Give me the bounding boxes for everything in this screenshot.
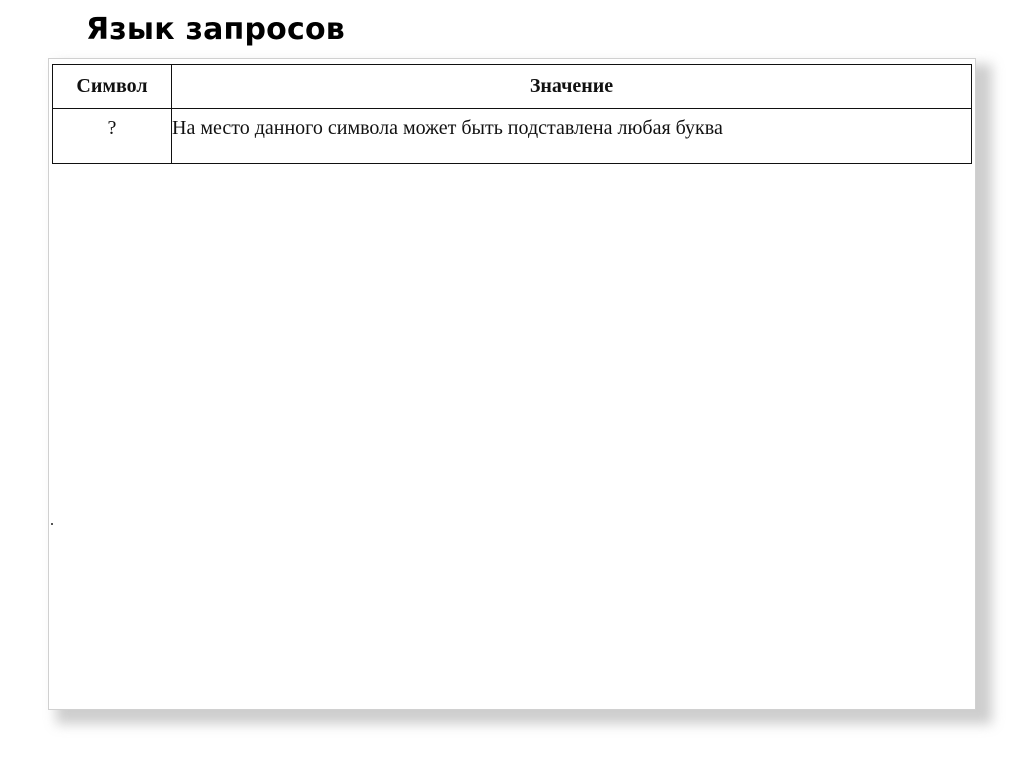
cell-meaning: На место данного символа может быть подс… <box>171 108 972 164</box>
query-symbols-table: Символ Значение ? На место данного симво… <box>52 64 972 164</box>
document-page: Символ Значение ? На место данного симво… <box>48 58 976 710</box>
slide: Язык запросов Символ Значение ? На место… <box>0 0 1024 767</box>
cell-symbol: ? <box>52 108 172 164</box>
slide-title: Язык запросов <box>86 12 345 47</box>
scan-artifact-dot <box>51 523 53 525</box>
table-row: ? На место данного символа может быть по… <box>52 108 972 164</box>
table-header-row: Символ Значение <box>52 64 972 109</box>
header-symbol: Символ <box>52 64 172 109</box>
header-meaning: Значение <box>171 64 972 109</box>
